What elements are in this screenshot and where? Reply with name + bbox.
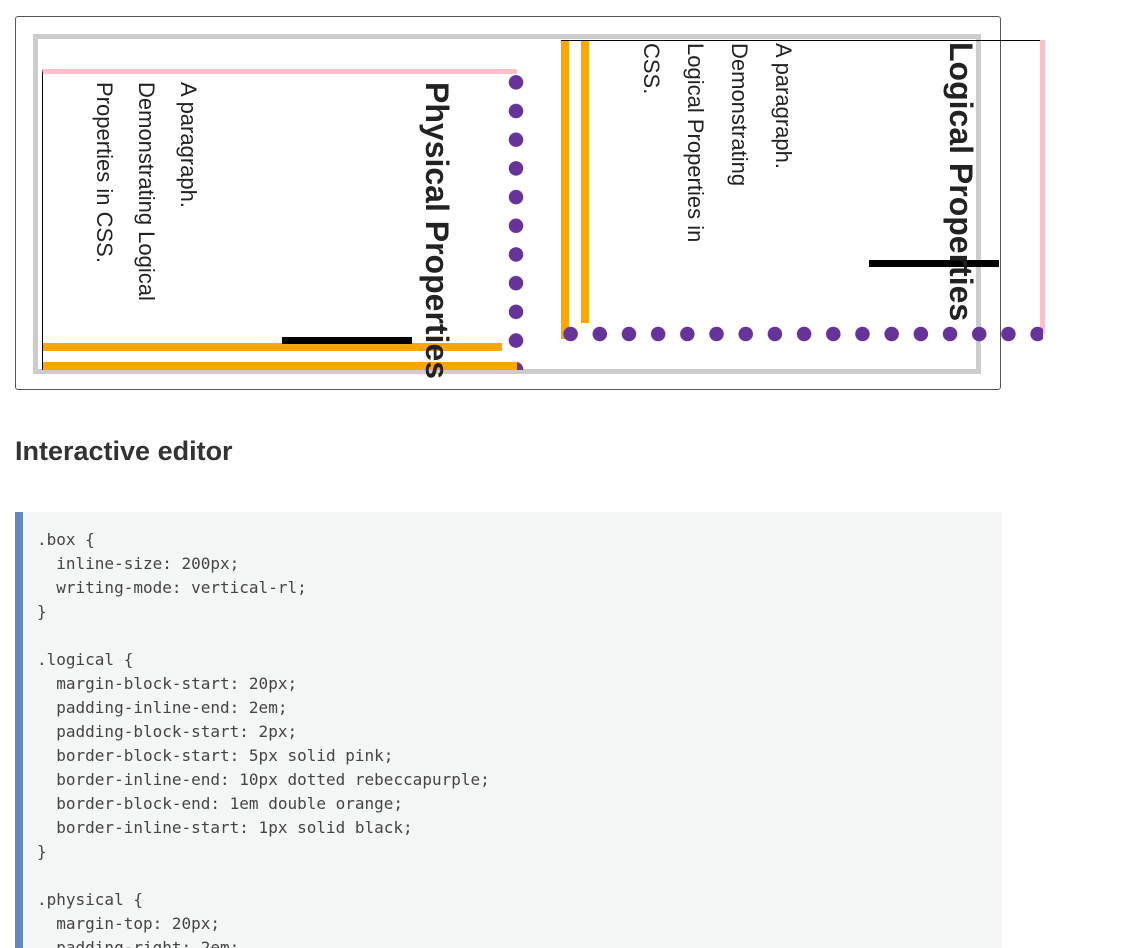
code-line[interactable]: } (37, 600, 1002, 624)
logical-box: Logical Properties A paragraph. Demonstr… (561, 40, 1045, 342)
code-line[interactable]: border-block-end: 1em double orange; (37, 792, 1002, 816)
physical-dotted-border (508, 74, 524, 370)
code-line[interactable]: } (37, 840, 1002, 864)
code-line[interactable]: border-block-start: 5px solid pink; (37, 744, 1002, 768)
code-line[interactable]: inline-size: 200px; (37, 552, 1002, 576)
code-line[interactable]: margin-top: 20px; (37, 912, 1002, 936)
code-line[interactable]: padding-right: 2em; (37, 936, 1002, 948)
code-line[interactable]: .logical { (37, 648, 1002, 672)
code-line[interactable]: padding-inline-end: 2em; (37, 696, 1002, 720)
code-line[interactable]: border-inline-start: 1px solid black; (37, 816, 1002, 840)
logical-double-border-line-2 (581, 41, 589, 323)
physical-paragraph: A paragraph. Demonstrating Logical Prope… (92, 82, 201, 301)
interactive-editor-heading: Interactive editor (15, 436, 233, 466)
code-line[interactable]: writing-mode: vertical-rl; (37, 576, 1002, 600)
physical-heading-underline (282, 337, 412, 344)
code-line[interactable]: border-inline-end: 10px dotted rebeccapu… (37, 768, 1002, 792)
code-line[interactable]: .box { (37, 528, 1002, 552)
physical-box: Physical Properties A paragraph. Demonst… (42, 69, 524, 379)
logical-dotted-border (561, 326, 1043, 342)
logical-double-border-line-1 (561, 41, 569, 339)
code-line[interactable]: padding-block-start: 2px; (37, 720, 1002, 744)
example-output-frame: Physical Properties A paragraph. Demonst… (15, 16, 1045, 390)
wrapper-box: Physical Properties A paragraph. Demonst… (33, 34, 1045, 379)
code-line[interactable] (37, 864, 1002, 888)
logical-paragraph: A paragraph. Demonstrating Logical Prope… (639, 43, 796, 243)
logical-pink-border (1040, 40, 1045, 334)
physical-heading: Physical Properties (419, 82, 455, 380)
logical-heading: Logical Properties (943, 42, 979, 322)
code-line[interactable]: margin-block-start: 20px; (37, 672, 1002, 696)
code-line[interactable]: .physical { (37, 888, 1002, 912)
page: Physical Properties A paragraph. Demonst… (0, 0, 1121, 948)
code-line[interactable] (37, 624, 1002, 648)
code-editor[interactable]: .box { inline-size: 200px; writing-mode:… (15, 512, 1002, 948)
